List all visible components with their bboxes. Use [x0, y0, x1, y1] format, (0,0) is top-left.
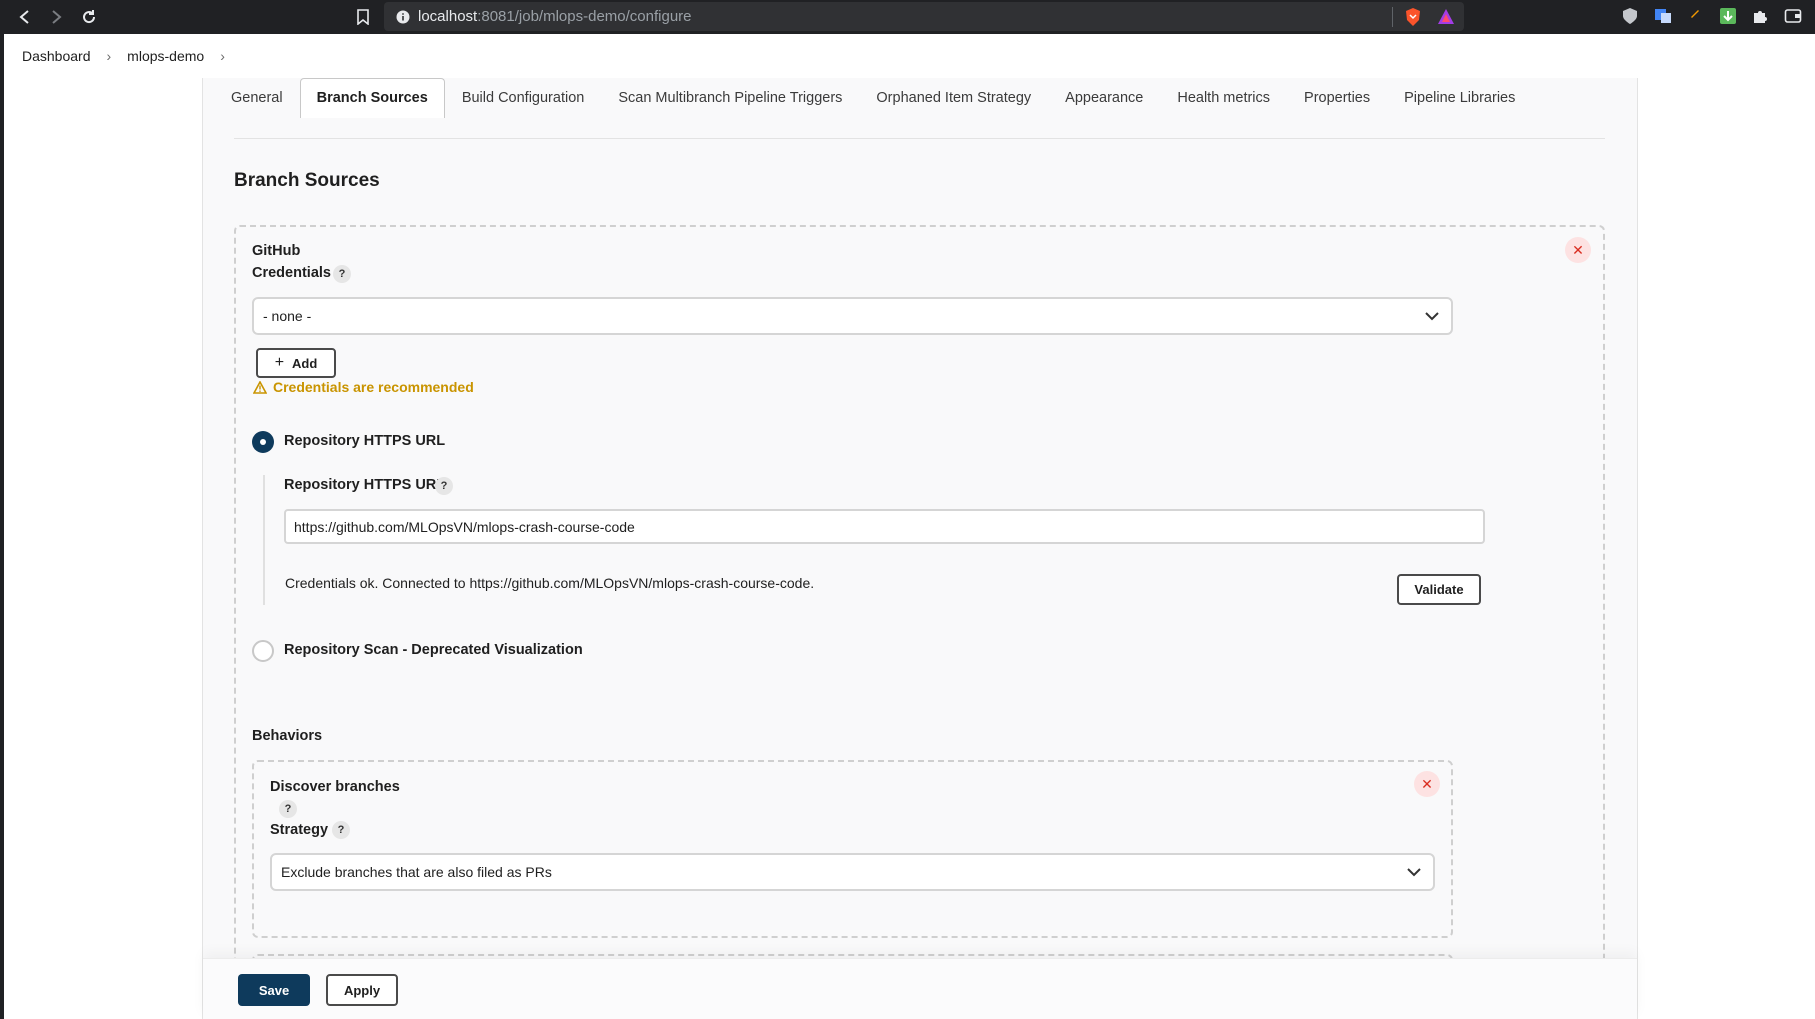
apply-button[interactable]: Apply — [326, 974, 398, 1006]
discover-branches-title: Discover branches — [270, 779, 400, 795]
config-tabs: General Branch Sources Build Configurati… — [202, 78, 1638, 118]
add-credentials-label: Add — [292, 355, 318, 371]
credentials-select-value: - none - — [263, 308, 312, 324]
strategy-select[interactable]: Exclude branches that are also filed as … — [270, 853, 1435, 891]
section-title: Branch Sources — [234, 170, 380, 191]
tab-pipeline-libraries[interactable]: Pipeline Libraries — [1387, 80, 1532, 118]
breadcrumb-chevron-icon: › — [106, 48, 112, 64]
credentials-warning-text: Credentials are recommended — [273, 379, 474, 395]
address-bar[interactable]: localhost:8081/job/mlops-demo/configure — [384, 2, 1464, 31]
extensions-puzzle-icon[interactable] — [1751, 7, 1771, 27]
breadcrumb-chevron-icon[interactable]: › — [220, 48, 225, 64]
validation-status-text: Credentials ok. Connected to https://git… — [285, 575, 815, 591]
tab-general[interactable]: General — [214, 80, 300, 118]
strategy-select-value: Exclude branches that are also filed as … — [281, 864, 552, 880]
discover-branches-box — [252, 760, 1453, 938]
discover-branches-help-icon[interactable]: ? — [279, 800, 297, 818]
radio-scan-label[interactable]: Repository Scan - Deprecated Visualizati… — [284, 642, 583, 658]
breadcrumb: Dashboard › mlops-demo › — [0, 34, 1815, 78]
tab-appearance[interactable]: Appearance — [1048, 80, 1160, 118]
forward-icon[interactable] — [45, 6, 67, 28]
wallet-icon[interactable] — [1784, 7, 1804, 27]
section-divider — [234, 138, 1605, 139]
behaviors-label: Behaviors — [252, 728, 323, 744]
add-credentials-button[interactable]: + Add — [256, 348, 336, 378]
site-info-icon[interactable] — [396, 10, 410, 24]
validate-button[interactable]: Validate — [1397, 574, 1481, 605]
translate-extension-icon[interactable] — [1654, 7, 1674, 27]
radio-https-label[interactable]: Repository HTTPS URL — [284, 433, 445, 449]
credentials-select[interactable]: - none - — [252, 297, 1453, 335]
tab-branch-sources[interactable]: Branch Sources — [299, 78, 445, 118]
nested-indent-line — [263, 475, 265, 605]
window-edge — [0, 78, 4, 1019]
github-source-title: GitHub — [252, 243, 301, 259]
orange-extension-icon[interactable] — [1688, 7, 1708, 27]
chevron-down-icon — [1407, 864, 1421, 880]
tab-build-configuration[interactable]: Build Configuration — [445, 80, 602, 118]
download-extension-icon[interactable] — [1719, 7, 1739, 27]
tab-scan-triggers[interactable]: Scan Multibranch Pipeline Triggers — [601, 80, 859, 118]
breadcrumb-job[interactable]: mlops-demo — [127, 48, 204, 64]
tab-properties[interactable]: Properties — [1287, 80, 1387, 118]
radio-repository-https-url[interactable] — [252, 431, 274, 453]
chevron-down-icon — [1425, 308, 1439, 324]
brave-shield-icon[interactable] — [1403, 7, 1423, 27]
url-path: :8081/job/mlops-demo/configure — [477, 8, 692, 25]
warning-icon — [253, 380, 267, 394]
repository-url-value: https://github.com/MLOpsVN/mlops-crash-c… — [294, 518, 635, 535]
address-divider — [1392, 7, 1393, 27]
tab-health-metrics[interactable]: Health metrics — [1160, 80, 1287, 118]
bookmark-icon[interactable] — [352, 6, 374, 28]
save-button[interactable]: Save — [238, 974, 310, 1006]
remove-source-close-icon[interactable]: ✕ — [1565, 237, 1591, 263]
brave-rewards-icon[interactable] — [1436, 7, 1456, 27]
repository-url-label: Repository HTTPS URL — [284, 477, 446, 493]
breadcrumb-dashboard[interactable]: Dashboard — [22, 48, 91, 64]
remove-behavior-close-icon[interactable]: ✕ — [1414, 771, 1440, 797]
reload-icon[interactable] — [78, 6, 100, 28]
credentials-help-icon[interactable]: ? — [333, 265, 351, 283]
browser-toolbar: localhost:8081/job/mlops-demo/configure — [0, 0, 1815, 34]
strategy-label: Strategy — [270, 822, 329, 838]
plus-icon: + — [274, 354, 285, 371]
strategy-help-icon[interactable]: ? — [332, 821, 350, 839]
repository-url-help-icon[interactable]: ? — [435, 477, 453, 495]
url-host: localhost — [418, 8, 478, 25]
repository-url-input[interactable]: https://github.com/MLOpsVN/mlops-crash-c… — [284, 509, 1485, 544]
radio-repository-scan[interactable] — [252, 640, 274, 662]
back-icon[interactable] — [14, 6, 36, 28]
credentials-warning: Credentials are recommended — [253, 379, 474, 395]
shield-extension-icon[interactable] — [1621, 7, 1641, 27]
tab-orphaned-item-strategy[interactable]: Orphaned Item Strategy — [859, 80, 1048, 118]
credentials-label: Credentials — [252, 265, 331, 281]
form-actions-bar — [203, 958, 1637, 1019]
